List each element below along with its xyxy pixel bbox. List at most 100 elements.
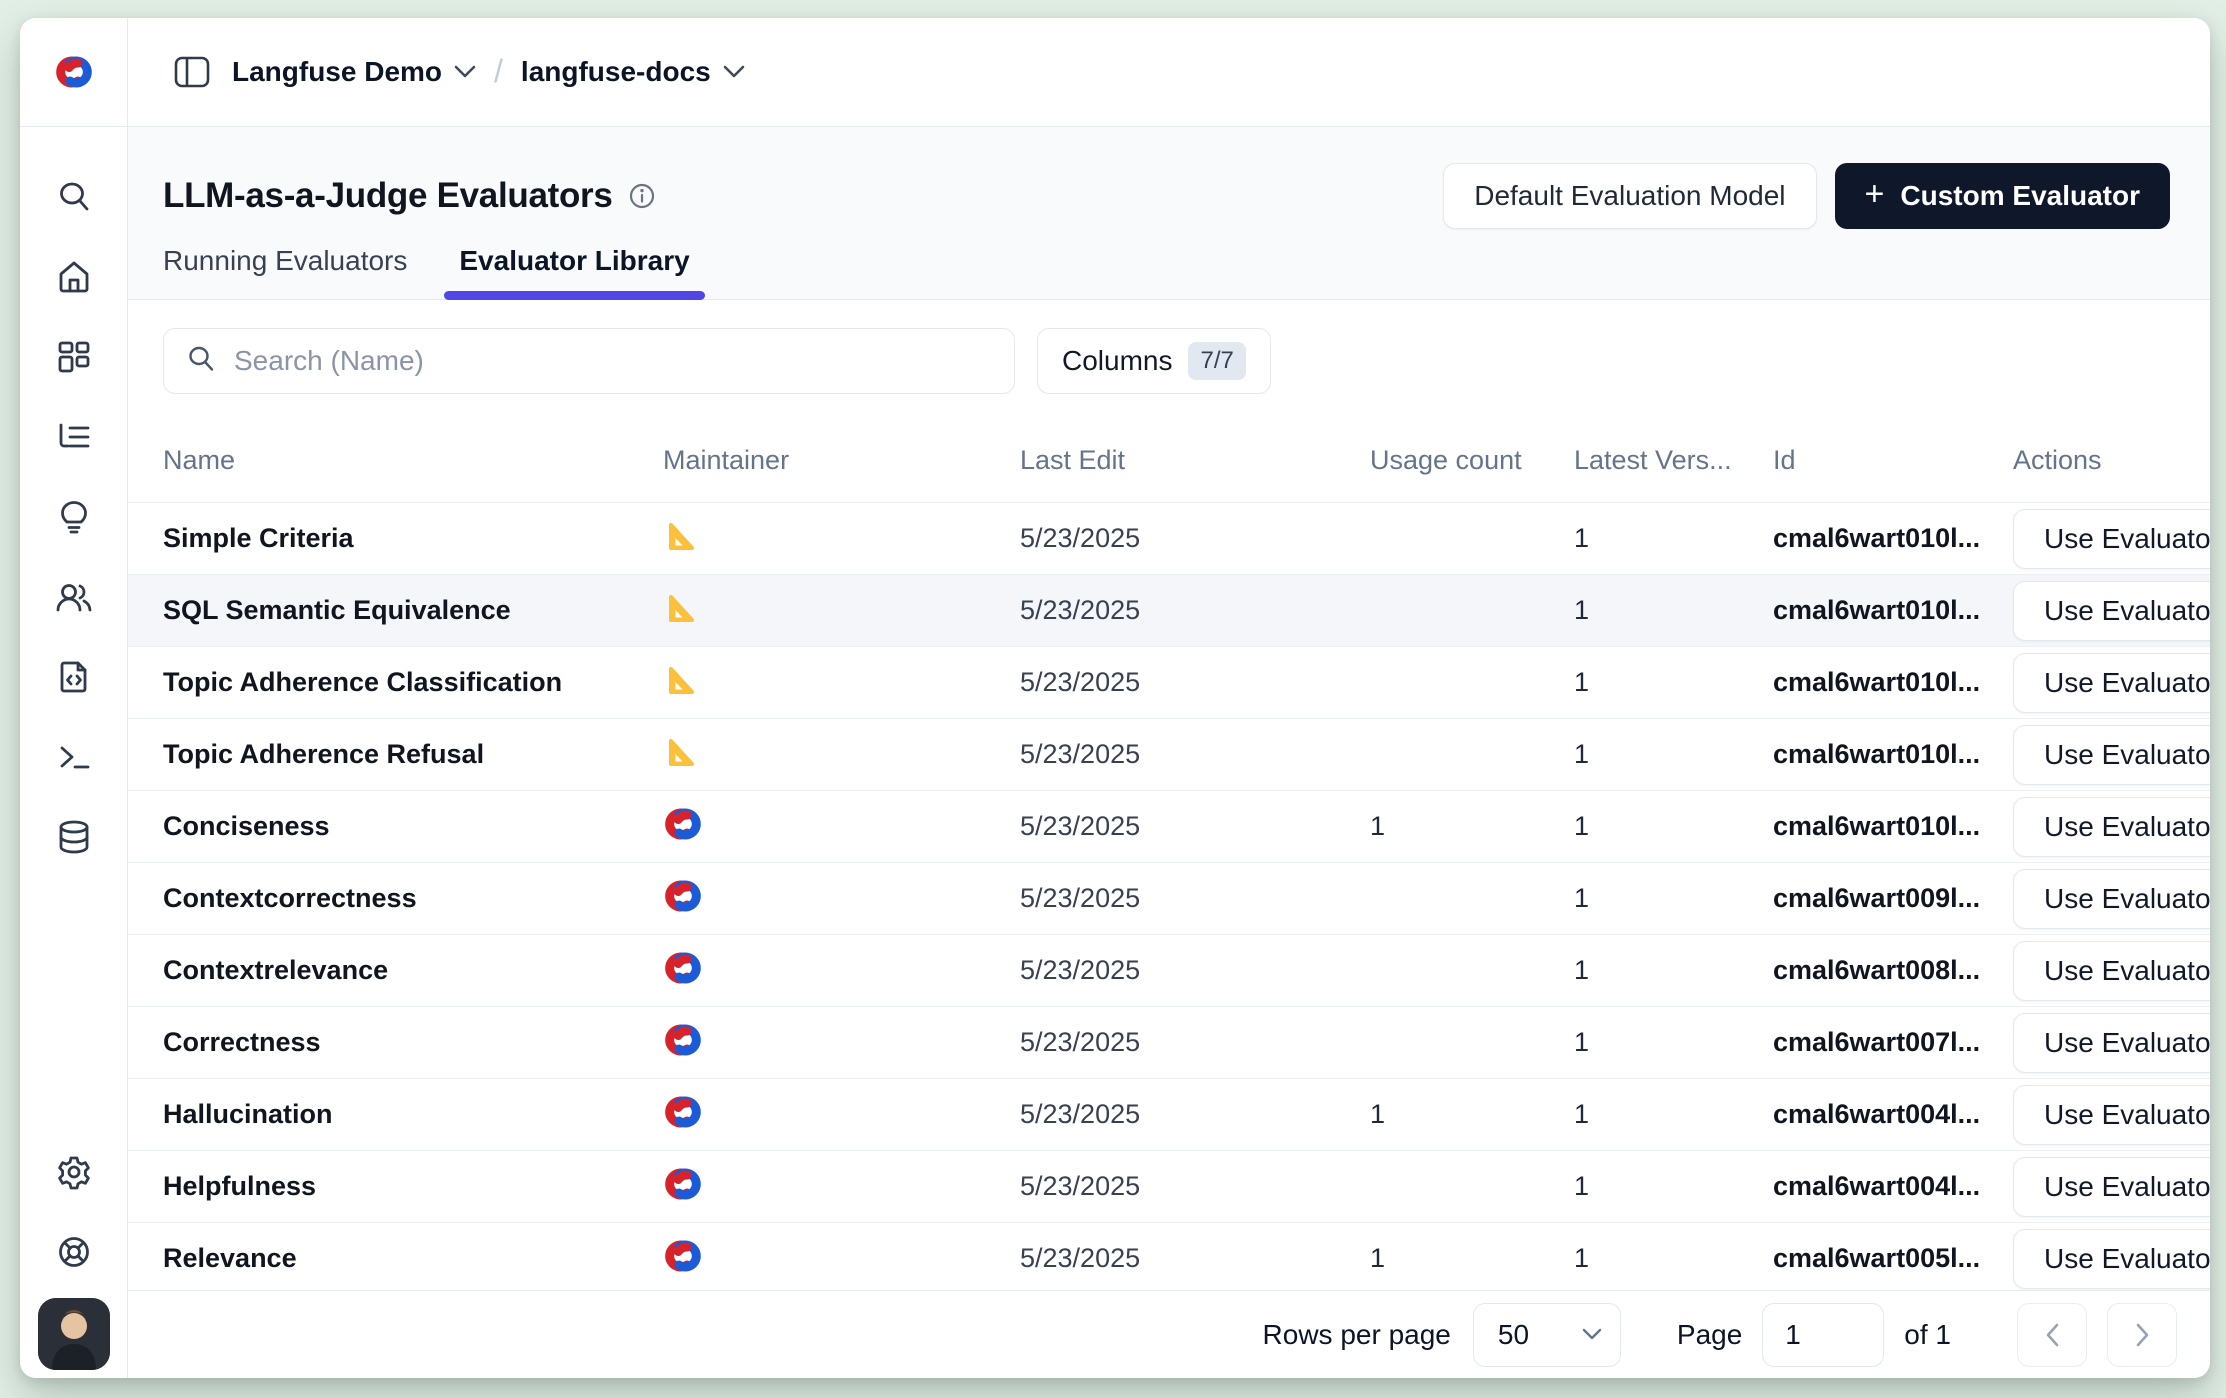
maintainer-cell	[663, 949, 1020, 992]
column-header-latest-version[interactable]: Latest Vers...	[1574, 445, 1773, 476]
sidebar-item-datasets[interactable]	[34, 797, 114, 877]
langfuse-icon	[663, 1165, 703, 1208]
list-tree-icon	[56, 419, 92, 455]
actions-cell: Use Evaluator	[2013, 1157, 2210, 1217]
evaluator-id: cmal6wart005l...	[1773, 1243, 2013, 1274]
sidebar-item-settings[interactable]	[34, 1132, 114, 1212]
use-evaluator-button[interactable]: Use Evaluator	[2013, 653, 2210, 713]
latest-version: 1	[1574, 1027, 1773, 1058]
evaluator-name: Correctness	[163, 1027, 663, 1058]
column-header-name[interactable]: Name	[163, 445, 663, 476]
page-number-input[interactable]	[1762, 1303, 1884, 1367]
rows-per-page-select[interactable]: 50	[1473, 1303, 1621, 1367]
column-header-maintainer[interactable]: Maintainer	[663, 445, 1020, 476]
table-row[interactable]: Hallucination 5/23/2025 1 1 cmal6wart004…	[128, 1079, 2210, 1151]
sidebar-item-search[interactable]	[34, 157, 114, 237]
sidebar-item-playground[interactable]	[34, 717, 114, 797]
langfuse-icon	[663, 877, 703, 920]
breadcrumb-separator: /	[494, 53, 503, 90]
lifebuoy-icon	[56, 1234, 92, 1270]
use-evaluator-button[interactable]: Use Evaluator	[2013, 509, 2210, 569]
use-evaluator-button[interactable]: Use Evaluator	[2013, 1085, 2210, 1145]
langfuse-icon	[663, 1021, 703, 1064]
user-avatar[interactable]	[38, 1298, 110, 1370]
last-edit-date: 5/23/2025	[1020, 1099, 1370, 1130]
table-row[interactable]: Topic Adherence Classification 5/23/2025…	[128, 647, 2210, 719]
table-row[interactable]: Conciseness 5/23/2025 1 1 cmal6wart010l.…	[128, 791, 2210, 863]
column-header-usage-count[interactable]: Usage count	[1370, 445, 1574, 476]
use-evaluator-button[interactable]: Use Evaluator	[2013, 797, 2210, 857]
file-code-icon	[56, 659, 92, 695]
column-header-actions[interactable]: Actions	[2013, 445, 2210, 476]
sidebar-item-evaluation[interactable]	[34, 477, 114, 557]
langfuse-logo[interactable]	[20, 18, 128, 126]
dashboard-icon	[56, 339, 92, 375]
ragas-icon	[663, 737, 696, 773]
tab-running-evaluators[interactable]: Running Evaluators	[163, 245, 407, 299]
use-evaluator-button[interactable]: Use Evaluator	[2013, 725, 2210, 785]
table-row[interactable]: Relevance 5/23/2025 1 1 cmal6wart005l...…	[128, 1223, 2210, 1290]
sidebar-item-tracing[interactable]	[34, 397, 114, 477]
sidebar-toggle-icon[interactable]	[170, 50, 214, 94]
tab-evaluator-library[interactable]: Evaluator Library	[459, 245, 689, 299]
custom-evaluator-button[interactable]: + Custom Evaluator	[1835, 163, 2170, 229]
search-box	[163, 328, 1015, 394]
maintainer-cell	[663, 1021, 1020, 1064]
table-row[interactable]: Simple Criteria 5/23/2025 1 cmal6wart010…	[128, 503, 2210, 575]
evaluator-name: Helpfulness	[163, 1171, 663, 1202]
use-evaluator-button[interactable]: Use Evaluator	[2013, 1013, 2210, 1073]
ragas-icon	[663, 521, 696, 557]
use-evaluator-button[interactable]: Use Evaluator	[2013, 581, 2210, 641]
actions-cell: Use Evaluator	[2013, 653, 2210, 713]
use-evaluator-button[interactable]: Use Evaluator	[2013, 1229, 2210, 1289]
use-evaluator-button[interactable]: Use Evaluator	[2013, 1157, 2210, 1217]
last-edit-date: 5/23/2025	[1020, 667, 1370, 698]
actions-cell: Use Evaluator	[2013, 1085, 2210, 1145]
table-row[interactable]: Correctness 5/23/2025 1 cmal6wart007l...…	[128, 1007, 2210, 1079]
sidebar-item-prompts[interactable]	[34, 637, 114, 717]
maintainer-cell	[663, 877, 1020, 920]
table-row[interactable]: SQL Semantic Equivalence 5/23/2025 1 cma…	[128, 575, 2210, 647]
evaluator-id: cmal6wart004l...	[1773, 1099, 2013, 1130]
previous-page-button[interactable]	[2017, 1303, 2087, 1367]
use-evaluator-button[interactable]: Use Evaluator	[2013, 941, 2210, 1001]
default-evaluation-model-button[interactable]: Default Evaluation Model	[1443, 163, 1816, 229]
maintainer-cell	[663, 521, 1020, 557]
table-row[interactable]: Contextrelevance 5/23/2025 1 cmal6wart00…	[128, 935, 2210, 1007]
column-header-id[interactable]: Id	[1773, 445, 2013, 476]
next-page-button[interactable]	[2107, 1303, 2177, 1367]
table-header: Name Maintainer Last Edit Usage count La…	[128, 418, 2210, 503]
sidebar-item-users[interactable]	[34, 557, 114, 637]
project-selector[interactable]: langfuse-docs	[521, 56, 745, 88]
chevron-down-icon	[723, 65, 745, 79]
lightbulb-icon	[56, 499, 92, 535]
home-icon	[56, 259, 92, 295]
table-toolbar: Columns 7/7	[128, 300, 2210, 418]
evaluator-id: cmal6wart007l...	[1773, 1027, 2013, 1058]
top-bar: Langfuse Demo / langfuse-docs	[20, 18, 2210, 127]
columns-button[interactable]: Columns 7/7	[1037, 328, 1271, 394]
breadcrumb: Langfuse Demo / langfuse-docs	[128, 18, 745, 126]
ragas-icon	[663, 593, 696, 629]
ragas-icon	[663, 665, 696, 701]
table-row[interactable]: Contextcorrectness 5/23/2025 1 cmal6wart…	[128, 863, 2210, 935]
chevron-left-icon	[2045, 1323, 2060, 1347]
langfuse-icon	[663, 1237, 703, 1280]
latest-version: 1	[1574, 955, 1773, 986]
table-row[interactable]: Topic Adherence Refusal 5/23/2025 1 cmal…	[128, 719, 2210, 791]
app-window: Langfuse Demo / langfuse-docs	[20, 18, 2210, 1378]
actions-cell: Use Evaluator	[2013, 1013, 2210, 1073]
latest-version: 1	[1574, 1171, 1773, 1202]
maintainer-cell	[663, 665, 1020, 701]
sidebar-item-home[interactable]	[34, 237, 114, 317]
evaluator-name: Contextcorrectness	[163, 883, 663, 914]
org-selector[interactable]: Langfuse Demo	[232, 56, 476, 88]
sidebar-item-support[interactable]	[34, 1212, 114, 1292]
table-row[interactable]: Helpfulness 5/23/2025 1 cmal6wart004l...…	[128, 1151, 2210, 1223]
use-evaluator-button[interactable]: Use Evaluator	[2013, 869, 2210, 929]
column-header-last-edit[interactable]: Last Edit	[1020, 445, 1370, 476]
sidebar-item-dashboards[interactable]	[34, 317, 114, 397]
search-input[interactable]	[234, 345, 992, 377]
info-icon[interactable]	[629, 183, 655, 209]
usage-count: 1	[1370, 1243, 1574, 1274]
